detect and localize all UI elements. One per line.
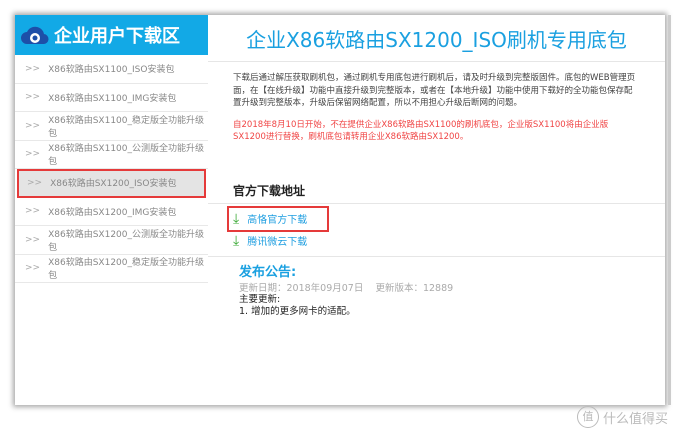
announcement-title: 发布公告: [239,264,297,280]
sidebar-item-label: X86软路由SX1100_公测版全功能升级包 [48,144,204,168]
red-notice: 自2018年8月10日开始，不在提供企业X86软路由SX1100的刷机底包，企业… [233,119,609,143]
chevron-icon: >> [25,206,41,217]
sidebar-item[interactable]: >> X86软路由SX1100_稳定版全功能升级包 [15,112,208,141]
sidebar-item-label: X86软路由SX1200_稳定版全功能升级包 [48,258,204,282]
sidebar-item[interactable]: >> X86软路由SX1200_IMG安装包 [15,198,208,226]
sidebar-item-label: X86软路由SX1200_ISO安装包 [50,179,177,190]
sidebar-item-label: X86软路由SX1100_稳定版全功能升级包 [48,115,204,139]
chevron-icon: >> [27,177,43,188]
page-title: 企业X86软路由SX1200_ISO刷机专用底包 [208,15,665,62]
sidebar-title: 企业用户下载区 [54,26,180,47]
announcement: 发布公告: 更新日期：2018年09月07日 更新版本：12889 主要更新: … [239,261,665,318]
sidebar-item[interactable]: >> X86软路由SX1200_公测版全功能升级包 [15,226,208,255]
download-link-official[interactable]: ⤓ 高恪官方下载 [227,205,329,232]
sidebar: 企业用户下载区 >> X86软路由SX1100_ISO安装包 >> X86软路由SX1… [15,15,208,405]
chevron-icon: >> [25,149,41,160]
sidebar-item-label: X86软路由SX1100_IMG安装包 [48,93,177,104]
scrollbar[interactable] [668,15,671,405]
sidebar-item[interactable]: >> X86软路由SX1100_IMG安装包 [15,84,208,112]
chevron-icon: >> [25,120,41,131]
cloud-logo-icon [21,26,49,45]
chevron-icon: >> [25,63,41,74]
download-icon: ⤓ [233,232,240,249]
intro-text: 下载后通过解压获取刷机包，通过刷机专用底包进行刷机后，请及时升级到完整版固件。底… [233,73,636,108]
sidebar-item[interactable]: >> X86软路由SX1200_稳定版全功能升级包 [15,255,208,283]
sidebar-header: 企业用户下载区 [15,15,208,55]
sidebar-item[interactable]: >> X86软路由SX1100_ISO安装包 [15,55,208,84]
download-heading: 官方下载地址 [233,183,306,198]
main-content: 企业X86软路由SX1200_ISO刷机专用底包 下载后通过解压获取刷机包，通过… [208,15,671,405]
download-page: 企业用户下载区 >> X86软路由SX1100_ISO安装包 >> X86软路由SX1… [15,15,671,405]
download-link-weiyun[interactable]: ⤓ 腾讯微云下载 [233,230,665,252]
download-icon: ⤓ [233,210,240,227]
sidebar-item-label: X86软路由SX1100_ISO安装包 [48,65,175,76]
watermark: 值什么值得买 [576,406,668,428]
update-date: 更新日期：2018年09月07日 [239,282,364,294]
chevron-icon: >> [25,263,41,274]
sidebar-item-label: X86软路由SX1200_IMG安装包 [48,207,177,218]
main-updates-label: 主要更新: [239,293,281,305]
update-version: 更新版本：12889 [375,282,454,294]
sidebar-item[interactable]: >> X86软路由SX1100_公测版全功能升级包 [15,141,208,169]
sidebar-item[interactable]: >> X86软路由SX1200_ISO安装包 [17,169,206,198]
chevron-icon: >> [25,234,41,245]
chevron-icon: >> [25,92,41,103]
update-item: 1. 增加的更多网卡的适配。 [239,305,356,317]
sidebar-item-label: X86软路由SX1200_公测版全功能升级包 [48,229,204,253]
